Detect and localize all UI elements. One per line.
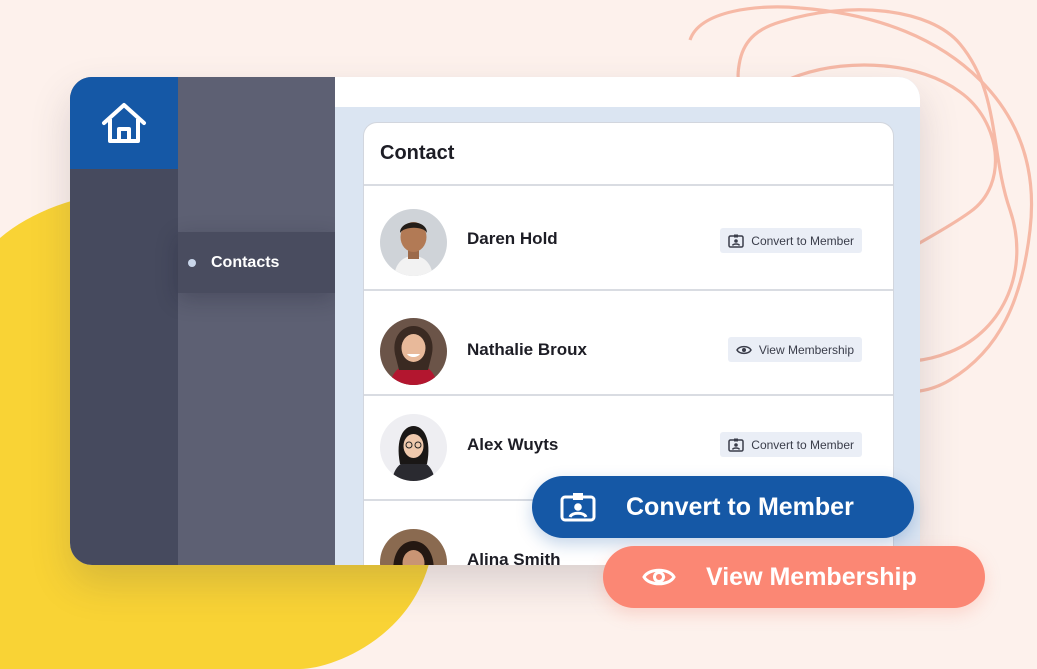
view-membership-floating-button[interactable]: View Membership: [603, 546, 985, 608]
contact-name: Alex Wuyts: [467, 435, 559, 454]
contact-row[interactable]: Nathalie Broux View Membership: [364, 291, 893, 396]
home-button[interactable]: [70, 77, 178, 169]
id-badge-icon: [560, 493, 596, 522]
id-badge-icon: [728, 234, 745, 248]
contact-name: Daren Hold: [467, 229, 558, 248]
home-icon: [102, 103, 146, 143]
avatar: [380, 414, 447, 481]
button-label: View Membership: [758, 342, 854, 357]
contact-row[interactable]: Daren Hold Convert to Member: [364, 186, 893, 291]
button-label: Convert to Member: [626, 492, 854, 521]
contact-name: Nathalie Broux: [467, 340, 587, 359]
nav-item-label: Contacts: [211, 253, 280, 271]
navigation-panel: Contacts: [178, 77, 335, 565]
avatar: [380, 318, 447, 385]
avatar: [380, 529, 447, 565]
view-membership-button[interactable]: View Membership: [727, 337, 862, 362]
top-bar: [335, 77, 920, 107]
button-label: Convert to Member: [751, 233, 854, 248]
convert-to-member-button[interactable]: Convert to Member: [720, 228, 862, 253]
convert-to-member-button[interactable]: Convert to Member: [720, 432, 862, 457]
avatar: [380, 209, 447, 276]
convert-to-member-floating-button[interactable]: Convert to Member: [532, 476, 914, 538]
active-dot-icon: [188, 258, 196, 267]
nav-item-contacts[interactable]: Contacts: [178, 232, 335, 293]
contact-name: Alina Smith: [467, 550, 561, 565]
button-label: View Membership: [706, 562, 917, 591]
button-label: Convert to Member: [751, 437, 854, 452]
id-badge-icon: [728, 438, 745, 452]
card-title: Contact: [364, 123, 893, 186]
eye-icon: [735, 345, 752, 354]
eye-icon: [642, 568, 676, 586]
icon-rail: [70, 77, 178, 565]
